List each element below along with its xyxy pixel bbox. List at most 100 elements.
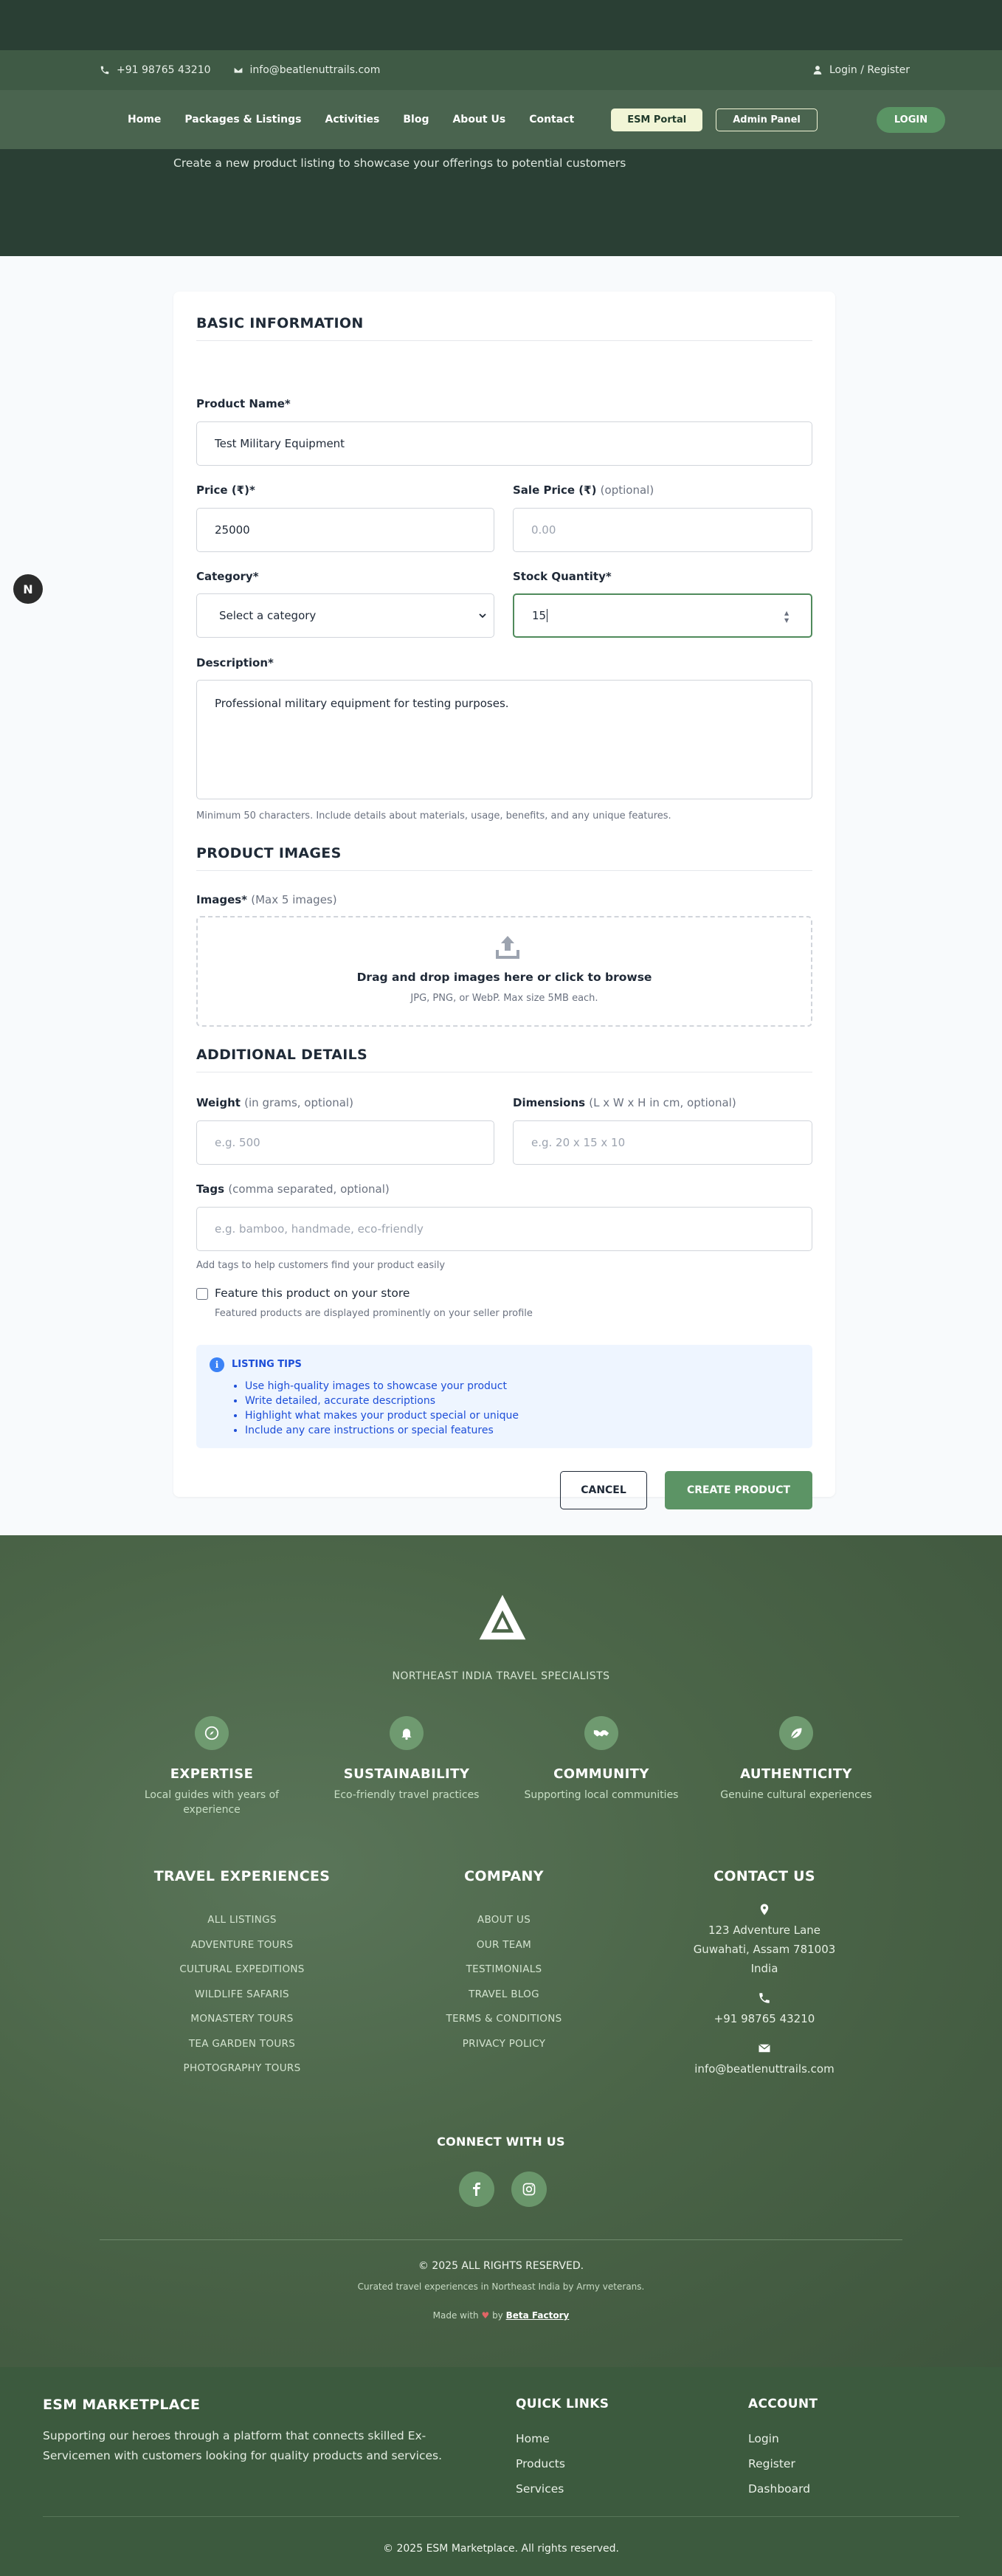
feature-desc: Supporting local communities bbox=[524, 1789, 679, 1801]
stock-quantity-value: 15 bbox=[532, 609, 547, 622]
create-product-button[interactable]: CREATE PRODUCT bbox=[665, 1471, 812, 1509]
footer-link[interactable]: WILDLIFE SAFARIS bbox=[131, 1983, 353, 2008]
esm-footer: ESM MARKETPLACE Supporting our heroes th… bbox=[0, 2367, 1002, 2576]
footer-curated-note: Curated travel experiences in Northeast … bbox=[357, 2281, 645, 2292]
feature-product-checkbox[interactable] bbox=[196, 1288, 208, 1300]
description-label: Description* bbox=[196, 656, 274, 669]
made-with-credit: Made with ♥ by Beta Factory bbox=[0, 2310, 1002, 2321]
dropzone-file-types: JPG, PNG, or WebP. Max size 5MB each. bbox=[410, 993, 598, 1004]
footer-brand-logo[interactable] bbox=[476, 1588, 529, 1646]
travel-footer: NORTHEAST INDIA TRAVEL SPECIALISTS EXPER… bbox=[0, 1535, 1002, 2367]
sale-price-label: Sale Price (₹) (optional) bbox=[513, 483, 654, 497]
footer-link[interactable]: CULTURAL EXPEDITIONS bbox=[131, 1957, 353, 1983]
address-line: Guwahati, Assam 781003 bbox=[693, 1943, 836, 1956]
footer-phone[interactable]: +91 98765 43210 bbox=[654, 2009, 875, 2028]
nav-home[interactable]: Home bbox=[128, 114, 161, 125]
stock-label: Stock Quantity* bbox=[513, 570, 612, 583]
esm-portal-button[interactable]: ESM Portal bbox=[611, 108, 703, 131]
nav-contact[interactable]: Contact bbox=[529, 114, 574, 125]
product-name-input[interactable]: Test Military Equipment bbox=[196, 421, 812, 466]
next-dev-badge[interactable]: N bbox=[13, 574, 43, 604]
topbar-email[interactable]: info@beatlenuttrails.com bbox=[233, 64, 380, 76]
envelope-icon bbox=[759, 2044, 770, 2053]
cancel-button[interactable]: CANCEL bbox=[560, 1471, 647, 1509]
footer-email[interactable]: info@beatlenuttrails.com bbox=[654, 2059, 875, 2079]
login-button[interactable]: LOGIN bbox=[876, 106, 946, 133]
category-label: Category* bbox=[196, 570, 259, 583]
feature-sustainability: SUSTAINABILITY Eco-friendly travel pract… bbox=[311, 1716, 502, 1802]
footer-link[interactable]: TESTIMONIALS bbox=[393, 1957, 615, 1983]
listing-tips-box: i LISTING TIPS Use high-quality images t… bbox=[196, 1345, 812, 1448]
listing-tips-title: LISTING TIPS bbox=[232, 1359, 302, 1370]
upload-icon bbox=[496, 936, 519, 959]
footer-link[interactable]: PHOTOGRAPHY TOURS bbox=[131, 2056, 353, 2081]
company-title: COMPANY bbox=[464, 1868, 544, 1884]
admin-panel-button[interactable]: Admin Panel bbox=[716, 108, 818, 131]
footer-link[interactable]: ADVENTURE TOURS bbox=[131, 1933, 353, 1958]
connect-with-us-title: CONNECT WITH US bbox=[437, 2135, 565, 2149]
additional-details-title: ADDITIONAL DETAILS bbox=[196, 1047, 812, 1072]
quick-link-home[interactable]: Home bbox=[516, 2426, 565, 2451]
stock-quantity-input[interactable]: 15 ▲ ▼ bbox=[513, 593, 812, 638]
price-label-text: Price (₹)* bbox=[196, 483, 255, 497]
category-select[interactable]: Select a category bbox=[196, 593, 494, 638]
footer-link[interactable]: OUR TEAM bbox=[393, 1933, 615, 1958]
dimensions-input[interactable]: e.g. 20 x 15 x 10 bbox=[513, 1120, 812, 1165]
heart-icon: ♥ bbox=[481, 2310, 490, 2321]
quick-link-services[interactable]: Services bbox=[516, 2476, 565, 2501]
login-register-text: Login / Register bbox=[829, 64, 910, 76]
travel-links: ALL LISTINGS ADVENTURE TOURS CULTURAL EX… bbox=[131, 1908, 353, 2081]
account-link-dashboard[interactable]: Dashboard bbox=[748, 2476, 810, 2501]
account-link-register[interactable]: Register bbox=[748, 2451, 810, 2476]
list-item: Include any care instructions or special… bbox=[245, 1423, 519, 1438]
footer-link[interactable]: TERMS & CONDITIONS bbox=[393, 2007, 615, 2032]
made-prefix: Made with bbox=[432, 2310, 479, 2321]
nav-about-us[interactable]: About Us bbox=[452, 114, 505, 125]
footer-link[interactable]: TRAVEL BLOG bbox=[393, 1983, 615, 2008]
price-input[interactable]: 25000 bbox=[196, 508, 494, 552]
image-dropzone[interactable]: Drag and drop images here or click to br… bbox=[196, 916, 812, 1027]
leaf-icon bbox=[779, 1716, 813, 1750]
footer-link[interactable]: PRIVACY POLICY bbox=[393, 2032, 615, 2057]
feature-product-label[interactable]: Feature this product on your store bbox=[215, 1287, 410, 1300]
footer-link[interactable]: ALL LISTINGS bbox=[131, 1908, 353, 1933]
footer-divider bbox=[100, 2239, 902, 2240]
footer-link[interactable]: MONASTERY TOURS bbox=[131, 2007, 353, 2032]
sale-price-input[interactable]: 0.00 bbox=[513, 508, 812, 552]
facebook-icon[interactable] bbox=[459, 2172, 494, 2207]
location-pin-icon bbox=[760, 1904, 769, 1915]
account-link-login[interactable]: Login bbox=[748, 2426, 810, 2451]
weight-input[interactable]: e.g. 500 bbox=[196, 1120, 494, 1165]
images-label: Images* (Max 5 images) bbox=[196, 893, 337, 906]
list-item: Write detailed, accurate descriptions bbox=[245, 1394, 519, 1408]
quick-links-title: QUICK LINKS bbox=[516, 2397, 609, 2411]
account-title: ACCOUNT bbox=[748, 2397, 818, 2411]
nav-activities[interactable]: Activities bbox=[325, 114, 379, 125]
feature-desc: Local guides with years of experience bbox=[144, 1789, 280, 1816]
dropzone-instructions: Drag and drop images here or click to br… bbox=[356, 971, 652, 984]
dimensions-label: Dimensions (L x W x H in cm, optional) bbox=[513, 1096, 736, 1109]
stepper-arrows-icon[interactable]: ▲ ▼ bbox=[784, 610, 792, 624]
nav-packages-listings[interactable]: Packages & Listings bbox=[184, 114, 301, 125]
description-textarea[interactable]: Professional military equipment for test… bbox=[196, 680, 812, 799]
footer-link[interactable]: ABOUT US bbox=[393, 1908, 615, 1933]
quick-link-products[interactable]: Products bbox=[516, 2451, 565, 2476]
login-register-link[interactable]: Login / Register bbox=[812, 64, 910, 76]
tags-label-text: Tags bbox=[196, 1182, 225, 1196]
weight-label-text: Weight bbox=[196, 1096, 241, 1109]
footer-copyright: © 2025 ALL RIGHTS RESERVED. bbox=[418, 2260, 584, 2272]
beta-factory-link[interactable]: Beta Factory bbox=[506, 2310, 570, 2321]
tags-input[interactable]: e.g. bamboo, handmade, eco-friendly bbox=[196, 1207, 812, 1251]
sale-price-optional: (optional) bbox=[600, 483, 654, 497]
handshake-icon bbox=[584, 1716, 618, 1750]
feature-expertise: EXPERTISE Local guides with years of exp… bbox=[116, 1716, 308, 1817]
tags-label: Tags (comma separated, optional) bbox=[196, 1182, 390, 1196]
dimensions-optional: (L x W x H in cm, optional) bbox=[589, 1096, 736, 1109]
topbar-phone[interactable]: +91 98765 43210 bbox=[100, 64, 211, 76]
nav-blog[interactable]: Blog bbox=[403, 114, 429, 125]
footer-link[interactable]: TEA GARDEN TOURS bbox=[131, 2032, 353, 2057]
tags-help: Add tags to help customers find your pro… bbox=[196, 1260, 446, 1271]
feature-authenticity: AUTHENTICITY Genuine cultural experience… bbox=[700, 1716, 892, 1802]
instagram-icon[interactable] bbox=[511, 2172, 547, 2207]
user-icon bbox=[813, 66, 822, 75]
